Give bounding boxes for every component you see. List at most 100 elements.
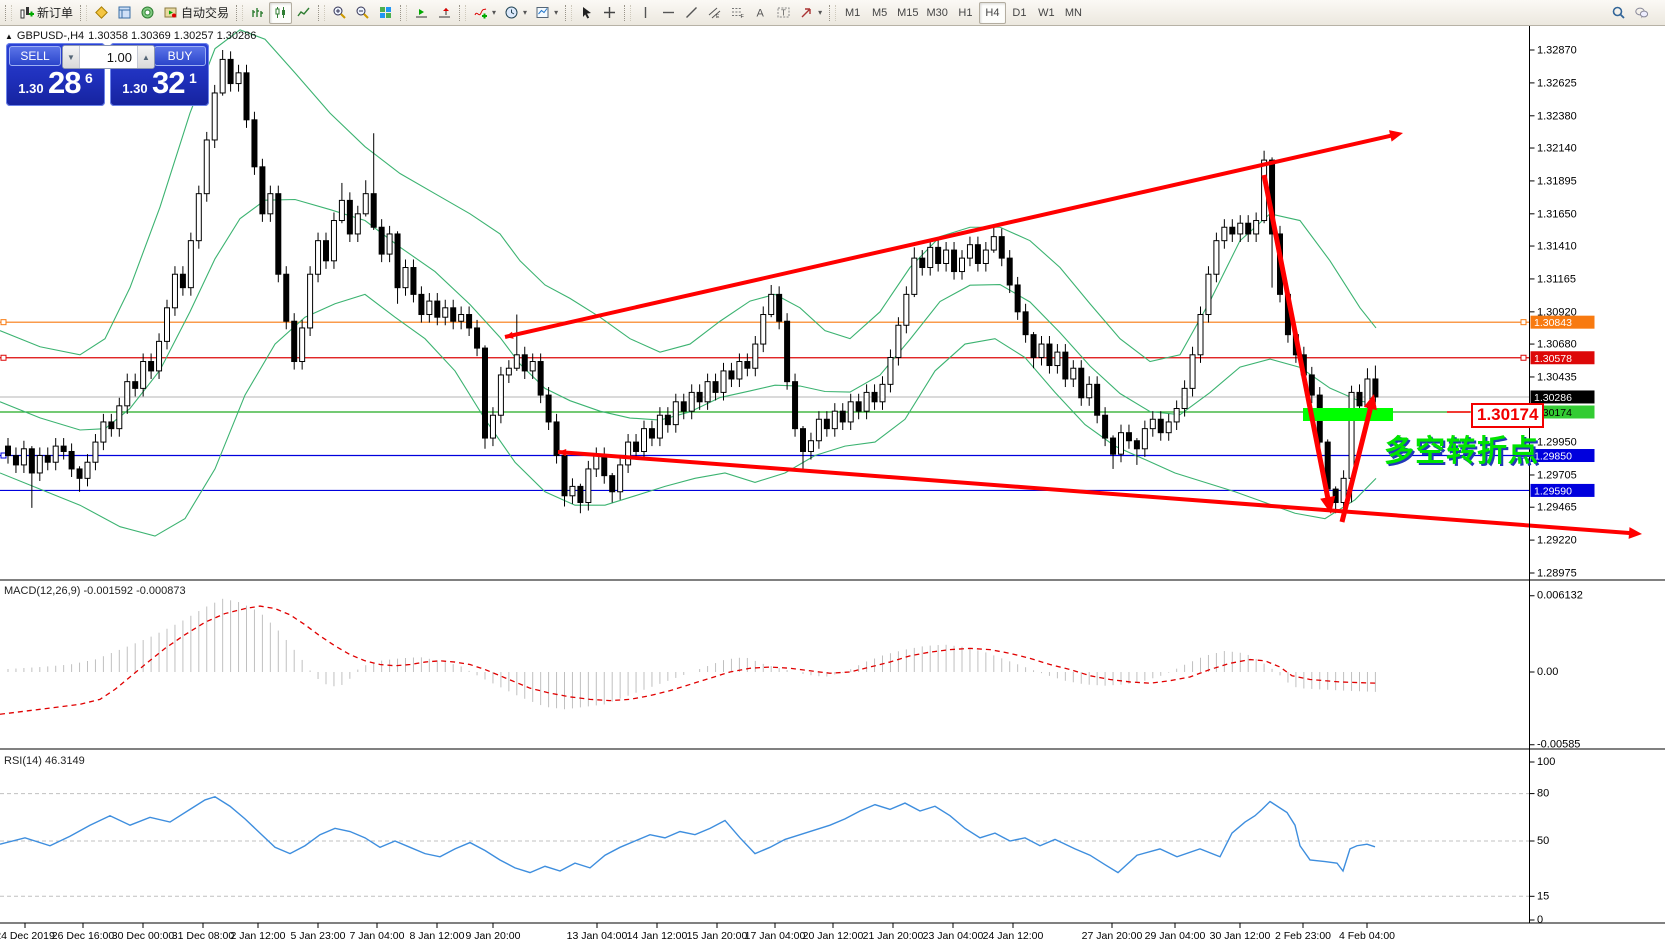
tf-button-MN-label: MN <box>1065 7 1082 19</box>
macd-label: MACD(12,26,9) -0.001592 -0.000873 <box>4 585 186 597</box>
candle-chart-button[interactable] <box>269 2 292 24</box>
tf-button-H1[interactable]: H1 <box>952 2 979 24</box>
new-order-button[interactable]: 新订单 <box>15 2 77 24</box>
rsi-panel[interactable]: 1008050150 <box>0 756 1555 926</box>
symbol-ohlc: 1.30358 1.30369 1.30257 1.30286 <box>88 30 256 42</box>
bar-chart-button[interactable] <box>246 2 269 24</box>
price-chart[interactable]: 1.328701.326251.323801.321401.318951.316… <box>0 26 1665 946</box>
toolbar-handle <box>80 5 87 21</box>
tf-button-D1[interactable]: D1 <box>1006 2 1033 24</box>
tf-button-W1[interactable]: W1 <box>1033 2 1060 24</box>
rsi-label: RSI(14) 46.3149 <box>4 755 85 767</box>
svg-text:1.30578: 1.30578 <box>1534 353 1572 365</box>
cursor-button[interactable] <box>575 2 598 24</box>
text-button[interactable]: A <box>749 2 772 24</box>
collapse-panel-icon[interactable]: ▲ <box>5 32 13 41</box>
tf-button-M30[interactable]: M30 <box>923 2 952 24</box>
fibonacci-icon: F <box>730 5 745 20</box>
sell-button[interactable]: SELL <box>9 46 61 66</box>
volume-input[interactable] <box>80 46 137 68</box>
volume-decrease-button[interactable]: ▼ <box>63 46 80 68</box>
sell-price-pip: 6 <box>85 70 93 86</box>
svg-text:50: 50 <box>1537 835 1549 847</box>
volume-increase-button[interactable]: ▲ <box>137 46 154 68</box>
tf-button-M1[interactable]: M1 <box>839 2 866 24</box>
chevron-down-icon: ▾ <box>818 8 822 17</box>
tf-button-M5-label: M5 <box>872 7 887 19</box>
svg-text:15 Jan 20:00: 15 Jan 20:00 <box>687 930 748 942</box>
tf-button-D1-label: D1 <box>1012 7 1026 19</box>
autoscroll-button[interactable] <box>410 2 433 24</box>
toolbar-group-orders: 新订单 <box>15 0 77 26</box>
svg-text:20 Jan 12:00: 20 Jan 12:00 <box>803 930 864 942</box>
svg-text:1.29220: 1.29220 <box>1537 535 1577 547</box>
svg-text:1.32140: 1.32140 <box>1537 143 1577 155</box>
svg-text:5 Jan 23:00: 5 Jan 23:00 <box>291 930 346 942</box>
autotrading-button[interactable]: 自动交易 <box>159 2 233 24</box>
bar-chart-icon <box>250 5 265 20</box>
navigator-button[interactable] <box>136 2 159 24</box>
chart-area[interactable]: 1.328701.326251.323801.321401.318951.316… <box>0 26 1665 946</box>
svg-text:1.31165: 1.31165 <box>1537 273 1576 285</box>
svg-text:1.29590: 1.29590 <box>1534 485 1572 497</box>
svg-text:0.00: 0.00 <box>1537 666 1558 678</box>
buy-button[interactable]: BUY <box>154 46 206 66</box>
tf-button-H4[interactable]: H4 <box>979 2 1006 24</box>
candle-chart-icon <box>273 5 288 20</box>
svg-text:1.30435: 1.30435 <box>1537 371 1577 383</box>
new-order-icon <box>19 5 34 20</box>
vertical-line-button[interactable] <box>634 2 657 24</box>
indicators-button[interactable]: ▾ <box>469 2 500 24</box>
crosshair-button[interactable] <box>598 2 621 24</box>
templates-button[interactable]: ▾ <box>531 2 562 24</box>
line-chart-icon <box>296 5 311 20</box>
svg-text:14 Jan 12:00: 14 Jan 12:00 <box>627 930 688 942</box>
svg-text:-0.00585: -0.00585 <box>1537 739 1580 751</box>
buy-price[interactable]: 1.30 32 1 <box>110 65 209 101</box>
data-window-button[interactable] <box>113 2 136 24</box>
svg-text:30 Jan 12:00: 30 Jan 12:00 <box>1210 930 1271 942</box>
search-button[interactable] <box>1607 2 1630 24</box>
periods-icon <box>504 5 519 20</box>
main-toolbar: 新订单自动交易▾▾▾EFAT▾M1M5M15M30H1H4D1W1MN <box>0 0 1665 26</box>
symbol-title: GBPUSD-,H4 <box>17 30 84 42</box>
chart-shift-button[interactable] <box>433 2 456 24</box>
trend-line-button[interactable] <box>680 2 703 24</box>
line-chart-button[interactable] <box>292 2 315 24</box>
text-label-button[interactable]: T <box>772 2 795 24</box>
tile-windows-button[interactable] <box>374 2 397 24</box>
toolbar-handle <box>459 5 466 21</box>
tf-button-M15[interactable]: M15 <box>893 2 922 24</box>
autoscroll-icon <box>414 5 429 20</box>
tf-button-M5[interactable]: M5 <box>866 2 893 24</box>
price-axis[interactable]: 1.328701.326251.323801.321401.318951.316… <box>1530 45 1595 580</box>
tf-button-H1-label: H1 <box>958 7 972 19</box>
market-watch-button[interactable] <box>90 2 113 24</box>
periods-button[interactable]: ▾ <box>500 2 531 24</box>
svg-text:15: 15 <box>1537 890 1549 902</box>
annotations-layer[interactable] <box>505 130 1642 539</box>
svg-text:1.29465: 1.29465 <box>1537 502 1577 514</box>
tf-button-MN[interactable]: MN <box>1060 2 1087 24</box>
price-callout-label[interactable]: 1.30174 <box>1471 403 1544 428</box>
autotrading-button-label: 自动交易 <box>181 4 229 21</box>
toolbar-group-scroll <box>410 0 456 26</box>
turning-point-note[interactable]: 多空转折点 <box>1384 426 1539 470</box>
svg-text:27 Jan 20:00: 27 Jan 20:00 <box>1082 930 1143 942</box>
arrows-button[interactable]: ▾ <box>795 2 826 24</box>
zoom-out-button[interactable] <box>351 2 374 24</box>
new-order-button-label: 新订单 <box>37 4 73 21</box>
equidistant-channel-button[interactable]: E <box>703 2 726 24</box>
svg-text:A: A <box>757 8 765 20</box>
chat-button[interactable] <box>1630 2 1653 24</box>
sell-price[interactable]: 1.30 28 6 <box>6 65 105 101</box>
candles-layer[interactable] <box>6 50 1378 513</box>
time-axis[interactable]: 24 Dec 201926 Dec 16:0030 Dec 00:0031 De… <box>0 923 1395 942</box>
zoom-in-button[interactable] <box>328 2 351 24</box>
svg-text:4 Feb 04:00: 4 Feb 04:00 <box>1339 930 1395 942</box>
tf-button-W1-label: W1 <box>1038 7 1055 19</box>
tf-button-M30-label: M30 <box>927 7 948 19</box>
macd-panel[interactable]: 0.0061320.00-0.00585 <box>0 590 1583 751</box>
fibonacci-button[interactable]: F <box>726 2 749 24</box>
horizontal-line-button[interactable] <box>657 2 680 24</box>
